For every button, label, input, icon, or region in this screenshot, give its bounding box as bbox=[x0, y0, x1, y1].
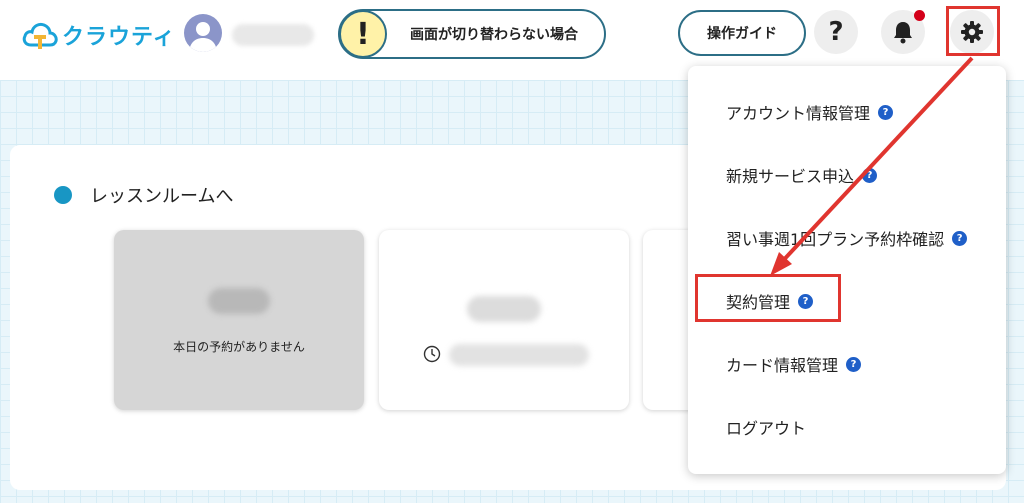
screen-not-switching-button[interactable]: ! 画面が切り替わらない場合 bbox=[338, 9, 606, 59]
clock-icon bbox=[423, 345, 441, 363]
help-badge-icon[interactable]: ? bbox=[952, 230, 968, 246]
help-badge-icon[interactable]: ? bbox=[862, 167, 878, 183]
alert-label: 画面が切り替わらない場合 bbox=[410, 27, 578, 43]
logo-text: クラウティ bbox=[62, 25, 176, 50]
menu-item-logout[interactable]: ログアウト bbox=[726, 415, 806, 439]
exclamation-icon: ! bbox=[339, 10, 387, 58]
settings-dropdown-menu: アカウント情報管理 ? 新規サービス申込 ? 習い事週1回プラン予約枠確認 ? … bbox=[688, 66, 1006, 474]
lesson-card[interactable] bbox=[379, 230, 629, 410]
redacted-text bbox=[208, 288, 270, 314]
help-badge-icon[interactable]: ? bbox=[846, 356, 862, 372]
user-avatar-icon[interactable] bbox=[184, 14, 222, 52]
lesson-room-label: レッスンルームへ bbox=[90, 186, 234, 207]
menu-item-account[interactable]: アカウント情報管理 ? bbox=[726, 100, 894, 124]
redacted-title bbox=[467, 296, 541, 322]
gear-annotation-box bbox=[946, 6, 1000, 56]
bullet-dot bbox=[54, 186, 72, 204]
user-name-redacted bbox=[232, 24, 314, 46]
operation-guide-button[interactable]: 操作ガイド bbox=[678, 10, 806, 56]
menu-item-label: カード情報管理 bbox=[726, 356, 839, 375]
notification-button[interactable] bbox=[881, 10, 925, 54]
no-reservation-text: 本日の予約がありません bbox=[173, 340, 305, 354]
menu-item-weekly-plan[interactable]: 習い事週1回プラン予約枠確認 ? bbox=[726, 226, 968, 250]
help-badge-icon[interactable]: ? bbox=[878, 104, 894, 120]
cloud-logo-icon bbox=[22, 22, 58, 49]
menu-item-label: ログアウト bbox=[726, 419, 807, 438]
menu-item-label: 新規サービス申込 bbox=[726, 167, 855, 186]
logo[interactable]: クラウティ bbox=[22, 17, 176, 53]
menu-item-new-service[interactable]: 新規サービス申込 ? bbox=[726, 163, 878, 187]
lesson-card-today[interactable]: 本日の予約がありません bbox=[114, 230, 364, 410]
bell-icon bbox=[894, 22, 912, 44]
contract-annotation-box bbox=[695, 274, 841, 322]
menu-item-card[interactable]: カード情報管理 ? bbox=[726, 352, 862, 376]
menu-item-label: 習い事週1回プラン予約枠確認 bbox=[726, 230, 945, 249]
menu-item-label: アカウント情報管理 bbox=[726, 104, 871, 123]
lesson-room-heading[interactable]: レッスンルームへ bbox=[54, 182, 233, 208]
redacted-time bbox=[449, 344, 589, 366]
notification-dot bbox=[914, 10, 925, 21]
question-icon[interactable]: ? bbox=[814, 10, 858, 54]
